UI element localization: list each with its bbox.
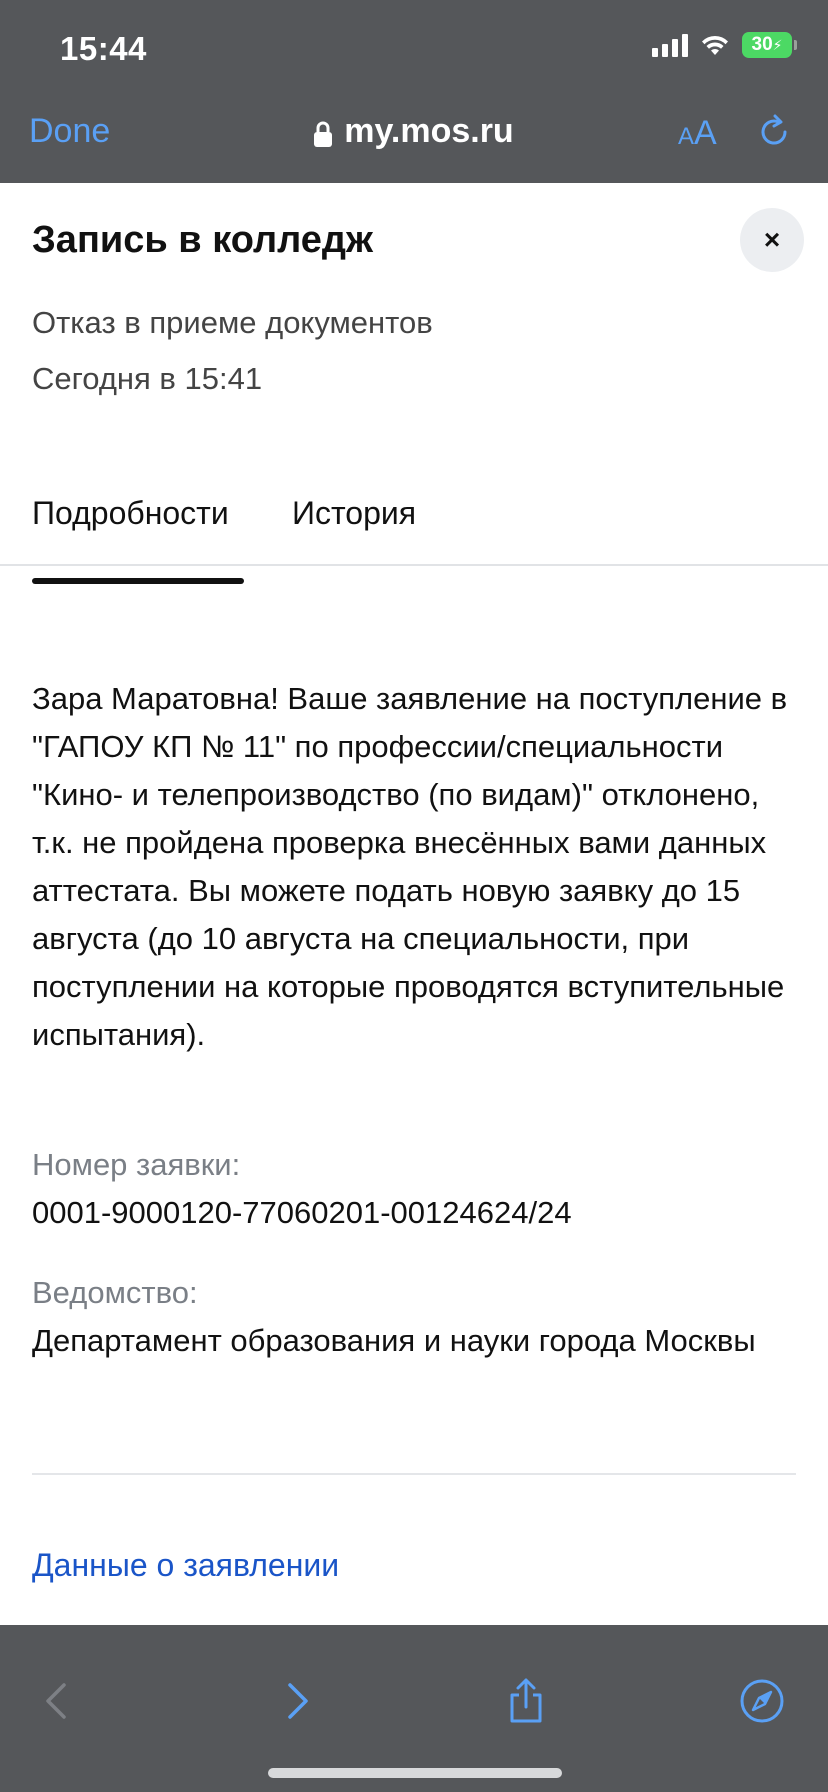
tabs-divider xyxy=(0,564,828,566)
application-status: Отказ в приеме документов xyxy=(32,305,433,340)
department-value: Департамент образования и науки города М… xyxy=(32,1323,756,1358)
application-number-label: Номер заявки: xyxy=(32,1147,241,1182)
lock-icon xyxy=(314,121,333,147)
tab-history[interactable]: История xyxy=(292,495,416,532)
section-divider xyxy=(32,1473,796,1475)
tabs: Подробности История xyxy=(0,495,828,585)
status-time: 15:44 xyxy=(60,30,147,67)
application-number-value: 0001-9000120-77060201-00124624/24 xyxy=(32,1195,572,1230)
status-icons: 30 ⚡ xyxy=(652,32,797,58)
reload-icon[interactable] xyxy=(756,114,792,150)
active-tab-indicator xyxy=(32,578,244,584)
screen: 15:44 30 ⚡ Done my.mos.ru AA × Запись в … xyxy=(0,0,828,1792)
share-icon[interactable] xyxy=(502,1677,550,1725)
aa-small-letter: A xyxy=(678,123,695,150)
tab-details[interactable]: Подробности xyxy=(32,495,229,532)
battery-icon: 30 ⚡ xyxy=(742,32,797,58)
aa-big-letter: A xyxy=(694,114,717,152)
rejection-message: Зара Маратовна! Ваше заявление на поступ… xyxy=(32,681,788,1052)
close-icon: × xyxy=(763,224,781,255)
page-content: × Запись в колледж Отказ в приеме докуме… xyxy=(0,183,828,1625)
compass-icon[interactable] xyxy=(738,1677,786,1725)
charging-bolt-icon: ⚡ xyxy=(772,36,783,53)
home-indicator[interactable] xyxy=(268,1768,562,1778)
application-data-link[interactable]: Данные о заявлении xyxy=(32,1547,339,1584)
forward-icon[interactable] xyxy=(272,1677,320,1725)
wifi-icon xyxy=(702,35,728,55)
department-label: Ведомство: xyxy=(32,1275,198,1310)
url-text: my.mos.ru xyxy=(344,112,514,150)
browser-top-bar: 15:44 30 ⚡ Done my.mos.ru AA xyxy=(0,0,828,183)
close-button[interactable]: × xyxy=(740,208,804,272)
text-size-button[interactable]: AA xyxy=(678,114,717,153)
page-title: Запись в колледж xyxy=(32,219,373,261)
cellular-signal-icon xyxy=(652,33,688,57)
battery-level: 30 xyxy=(751,34,773,55)
back-icon[interactable] xyxy=(34,1677,82,1725)
application-date: Сегодня в 15:41 xyxy=(32,361,263,396)
browser-bottom-toolbar xyxy=(0,1625,828,1792)
